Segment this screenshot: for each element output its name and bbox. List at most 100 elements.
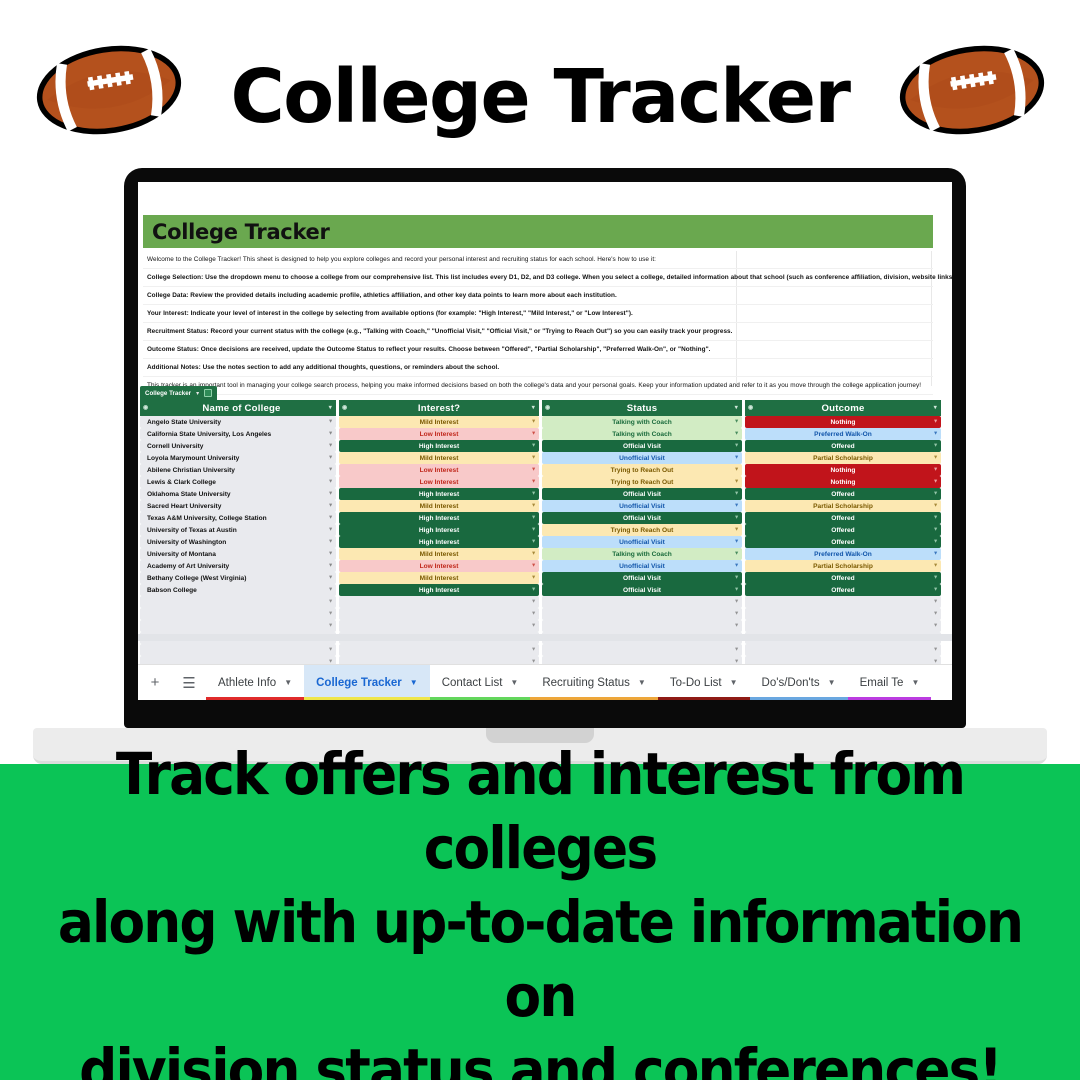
cell-status[interactable]: Official Visit ▾ xyxy=(542,584,742,596)
chevron-down-icon[interactable]: ▾ xyxy=(934,479,937,485)
cell-status[interactable]: Trying to Reach Out ▾ xyxy=(542,464,742,476)
chevron-down-icon[interactable]: ▾ xyxy=(329,611,332,617)
cell-status[interactable]: Official Visit ▾ xyxy=(542,512,742,524)
chevron-down-icon[interactable]: ▾ xyxy=(329,575,332,581)
cell-status[interactable]: Official Visit ▾ xyxy=(542,488,742,500)
cell-outcome[interactable]: Partial Scholarship ▾ xyxy=(745,560,941,572)
chevron-down-icon[interactable]: ▾ xyxy=(735,419,738,425)
cell-outcome[interactable]: Partial Scholarship ▾ xyxy=(745,452,941,464)
cell-status[interactable]: Talking with Coach ▾ xyxy=(542,548,742,560)
cell-interest[interactable]: Mild Interest ▾ xyxy=(339,572,539,584)
cell-empty[interactable]: ▾ xyxy=(745,620,941,632)
chevron-down-icon[interactable]: ▾ xyxy=(735,515,738,521)
chevron-down-icon[interactable]: ▼ xyxy=(510,678,518,687)
cell-outcome[interactable]: Preferred Walk-On ▾ xyxy=(745,428,941,440)
cell-interest[interactable]: Low Interest ▾ xyxy=(339,476,539,488)
chevron-down-icon[interactable]: ▾ xyxy=(934,431,937,437)
chevron-down-icon[interactable]: ▾ xyxy=(934,491,937,497)
sheet-tab-email-te[interactable]: Email Te ▼ xyxy=(847,665,932,700)
chevron-down-icon[interactable]: ▾ xyxy=(532,587,535,593)
cell-empty[interactable]: ▾ xyxy=(542,620,742,632)
chevron-down-icon[interactable]: ▾ xyxy=(329,539,332,545)
chevron-down-icon[interactable]: ▾ xyxy=(532,467,535,473)
chevron-down-icon[interactable]: ▾ xyxy=(735,431,738,437)
chevron-down-icon[interactable]: ▾ xyxy=(934,551,937,557)
cell-outcome[interactable]: Offered ▾ xyxy=(745,488,941,500)
chevron-down-icon[interactable]: ▾ xyxy=(735,623,738,629)
chevron-down-icon[interactable]: ▾ xyxy=(934,443,937,449)
column-header[interactable]: ◉ Name of College ▾ xyxy=(140,400,336,416)
cell-outcome[interactable]: Offered ▾ xyxy=(745,572,941,584)
cell-interest[interactable]: High Interest ▾ xyxy=(339,440,539,452)
chevron-down-icon[interactable]: ▾ xyxy=(532,479,535,485)
cell-status[interactable]: Official Visit ▾ xyxy=(542,440,742,452)
chevron-down-icon[interactable]: ▾ xyxy=(329,599,332,605)
chevron-down-icon[interactable]: ▾ xyxy=(934,527,937,533)
chevron-down-icon[interactable]: ▼ xyxy=(284,678,292,687)
cell-interest[interactable]: Low Interest ▾ xyxy=(339,464,539,476)
cell-interest[interactable]: Low Interest ▾ xyxy=(339,560,539,572)
cell-empty[interactable]: ▾ xyxy=(745,644,941,656)
chevron-down-icon[interactable]: ▾ xyxy=(735,491,738,497)
chevron-down-icon[interactable]: ▾ xyxy=(735,503,738,509)
chevron-down-icon[interactable]: ▾ xyxy=(329,647,332,653)
chevron-down-icon[interactable]: ▾ xyxy=(532,539,535,545)
chevron-down-icon[interactable]: ▾ xyxy=(329,503,332,509)
cell-college-name[interactable]: Loyola Marymount University ▾ xyxy=(140,452,336,464)
cell-empty[interactable]: ▾ xyxy=(542,596,742,608)
all-sheets-menu-icon[interactable]: ☰ xyxy=(172,665,206,701)
cell-outcome[interactable]: Partial Scholarship ▾ xyxy=(745,500,941,512)
cell-interest[interactable]: Mild Interest ▾ xyxy=(339,548,539,560)
cell-status[interactable]: Unofficial Visit ▾ xyxy=(542,452,742,464)
chevron-down-icon[interactable]: ▾ xyxy=(934,599,937,605)
chevron-down-icon[interactable]: ▾ xyxy=(532,491,535,497)
cell-interest[interactable]: Mild Interest ▾ xyxy=(339,500,539,512)
chevron-down-icon[interactable]: ▾ xyxy=(735,575,738,581)
sheet-tab-contact-list[interactable]: Contact List ▼ xyxy=(429,665,531,700)
sheet-name-chip[interactable]: College Tracker ▾ xyxy=(140,386,218,400)
cell-empty[interactable]: ▾ xyxy=(542,644,742,656)
cell-college-name[interactable]: Bethany College (West Virginia) ▾ xyxy=(140,572,336,584)
sheet-tab-college-tracker[interactable]: College Tracker ▼ xyxy=(304,664,430,700)
chevron-down-icon[interactable]: ▾ xyxy=(329,623,332,629)
cell-college-name[interactable]: Angelo State University ▾ xyxy=(140,416,336,428)
cell-interest[interactable]: High Interest ▾ xyxy=(339,488,539,500)
cell-status[interactable]: Talking with Coach ▾ xyxy=(542,428,742,440)
cell-interest[interactable]: High Interest ▾ xyxy=(339,536,539,548)
cell-college-name[interactable]: University of Texas at Austin ▾ xyxy=(140,524,336,536)
cell-empty[interactable]: ▾ xyxy=(339,596,539,608)
cell-college-name[interactable]: Texas A&M University, College Station ▾ xyxy=(140,512,336,524)
column-header[interactable]: ◉ Outcome ▾ xyxy=(745,400,941,416)
chevron-down-icon[interactable]: ▾ xyxy=(735,551,738,557)
cell-college-name[interactable]: Cornell University ▾ xyxy=(140,440,336,452)
cell-interest[interactable]: High Interest ▾ xyxy=(339,584,539,596)
cell-college-name[interactable]: University of Washington ▾ xyxy=(140,536,336,548)
cell-college-name[interactable]: Academy of Art University ▾ xyxy=(140,560,336,572)
chevron-down-icon[interactable]: ▾ xyxy=(329,467,332,473)
chevron-down-icon[interactable]: ▾ xyxy=(735,599,738,605)
cell-empty[interactable]: ▾ xyxy=(140,644,336,656)
column-header[interactable]: ◉ Interest? ▾ xyxy=(339,400,539,416)
chevron-down-icon[interactable]: ▾ xyxy=(934,419,937,425)
column-header[interactable]: ◉ Status ▾ xyxy=(542,400,742,416)
cell-empty[interactable]: ▾ xyxy=(339,620,539,632)
chevron-down-icon[interactable]: ▾ xyxy=(735,563,738,569)
chevron-down-icon[interactable]: ▾ xyxy=(329,527,332,533)
chevron-down-icon[interactable]: ▾ xyxy=(329,455,332,461)
cell-interest[interactable]: High Interest ▾ xyxy=(339,512,539,524)
chevron-down-icon[interactable]: ▾ xyxy=(735,455,738,461)
chevron-down-icon[interactable]: ▾ xyxy=(532,419,535,425)
chevron-down-icon[interactable]: ▾ xyxy=(934,611,937,617)
add-sheet-icon[interactable]: + xyxy=(138,665,172,701)
chevron-down-icon[interactable]: ▾ xyxy=(735,467,738,473)
cell-outcome[interactable]: Offered ▾ xyxy=(745,536,941,548)
chevron-down-icon[interactable]: ▾ xyxy=(934,455,937,461)
cell-interest[interactable]: Mild Interest ▾ xyxy=(339,416,539,428)
chevron-down-icon[interactable]: ▼ xyxy=(638,678,646,687)
chevron-down-icon[interactable]: ▾ xyxy=(532,599,535,605)
chevron-down-icon[interactable]: ▾ xyxy=(532,503,535,509)
chevron-down-icon[interactable]: ▼ xyxy=(730,678,738,687)
cell-empty[interactable]: ▾ xyxy=(542,608,742,620)
chevron-down-icon[interactable]: ▾ xyxy=(735,587,738,593)
chevron-down-icon[interactable]: ▾ xyxy=(735,647,738,653)
